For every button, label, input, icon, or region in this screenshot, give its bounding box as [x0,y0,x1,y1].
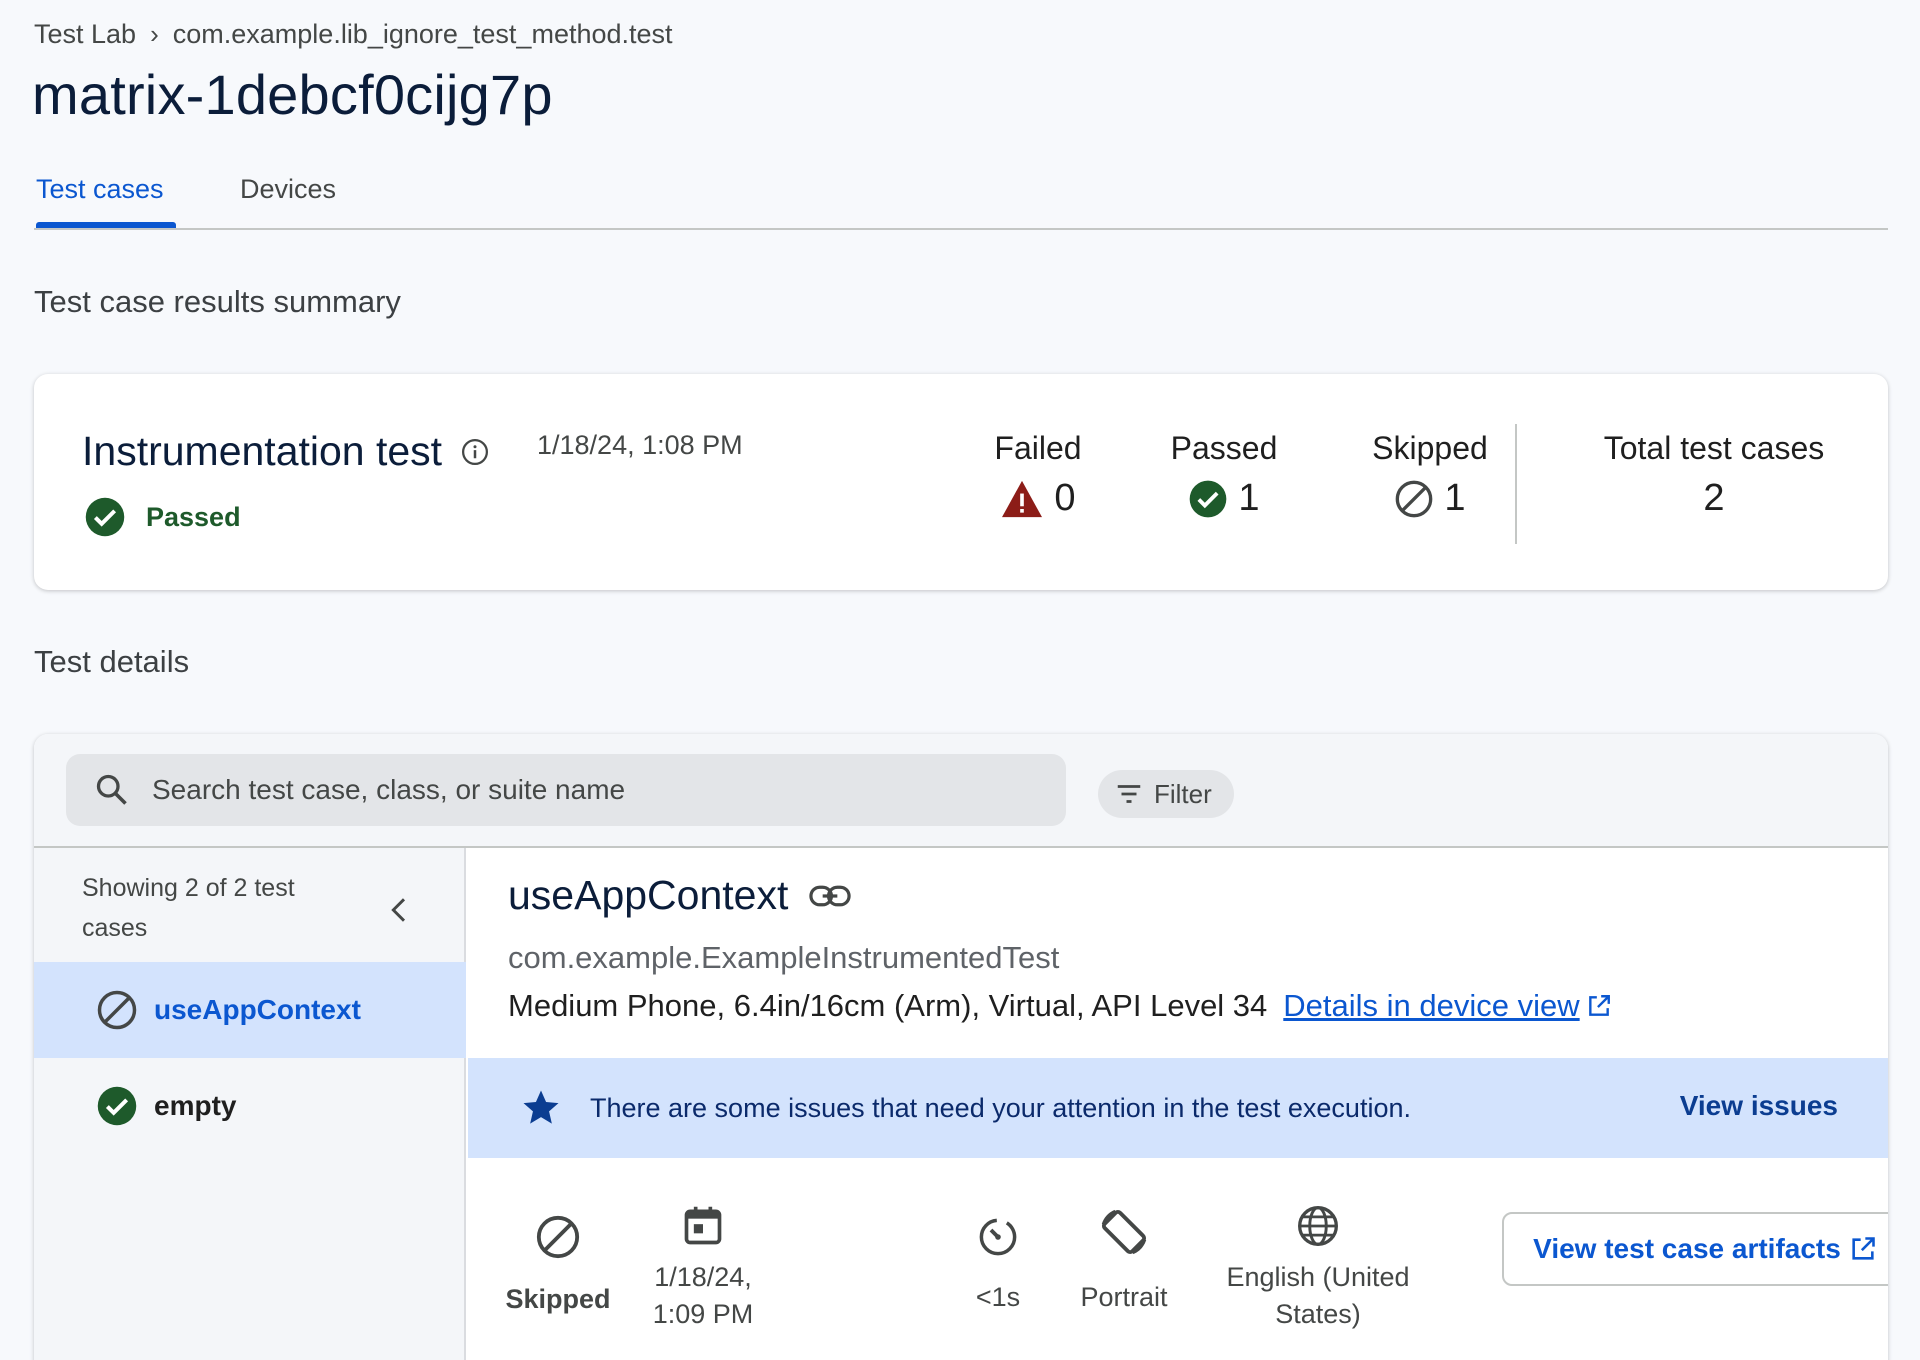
search-input[interactable] [152,774,1032,806]
view-artifacts-button[interactable]: View test case artifacts [1502,1212,1888,1286]
globe-icon [1298,1206,1338,1246]
stat-total-label: Total test cases [1603,430,1825,466]
stat-failed: Failed 0 [968,430,1108,520]
meta-locale-line1: English (United [1226,1262,1410,1292]
timer-icon [979,1218,1017,1256]
screen-rotation-icon [1101,1209,1147,1255]
showing-count: Showing 2 of 2 test cases [82,874,295,942]
chevron-left-icon[interactable] [384,894,416,926]
view-issues-button[interactable]: View issues [1680,1090,1838,1122]
details-toolbar: Filter [34,734,1888,848]
chevron-right-icon: › [150,18,159,49]
meta-orientation-value: Portrait [1080,1282,1168,1312]
stat-skipped-value: 1 [1444,477,1466,519]
meta-status-label: Skipped [505,1284,611,1314]
skipped-icon [97,990,137,1030]
test-case-list: Showing 2 of 2 test cases useAppContext … [34,848,466,1360]
test-case-title: useAppContext [508,872,852,919]
device-info: Medium Phone, 6.4in/16cm (Arm), Virtual,… [508,988,1612,1024]
meta-date-line2: 1:09 PM [652,1299,754,1329]
summary-status-label: Passed [146,501,241,532]
check-circle-icon [97,1086,137,1126]
stat-total-value: 2 [1703,477,1725,519]
stat-failed-label: Failed [994,430,1082,466]
link-icon[interactable] [808,881,852,911]
stat-divider [1515,424,1517,544]
check-circle-icon [1190,480,1227,517]
breadcrumb: Test Lab › com.example.lib_ignore_test_m… [34,16,673,52]
meta-status: Skipped [498,1204,618,1315]
tab-bar: Test cases Devices [34,160,1888,230]
view-artifacts-label: View test case artifacts [1533,1233,1841,1264]
summary-status: Passed [84,496,241,538]
breadcrumb-current: com.example.lib_ignore_test_method.test [172,18,673,49]
meta-locale: English (United States) [1218,1204,1418,1330]
tab-test-cases[interactable]: Test cases [36,174,164,205]
summary-card: Instrumentation test 1/18/24, 1:08 PM Pa… [34,374,1888,590]
stat-skipped: Skipped 1 [1360,430,1500,520]
stat-total: Total test cases 2 [1554,430,1874,520]
details-heading: Test details [34,644,190,679]
stat-passed: Passed 1 [1154,430,1294,520]
search-box[interactable] [66,754,1066,826]
meta-date-line1: 1/18/24, [654,1262,752,1292]
skipped-icon [536,1215,580,1259]
list-item[interactable]: useAppContext [34,962,466,1058]
test-type-label: Instrumentation test [82,428,443,474]
meta-orientation: Portrait [1044,1204,1204,1313]
meta-duration-value: <1s [975,1282,1021,1312]
banner-message: There are some issues that need your att… [590,1092,1411,1123]
device-view-link[interactable]: Details in device view [1283,988,1611,1024]
device-view-link-label: Details in device view [1283,988,1580,1023]
calendar-icon [684,1206,722,1245]
active-tab-indicator [36,222,176,228]
skipped-icon [1396,480,1433,517]
breadcrumb-root-link[interactable]: Test Lab [34,19,136,50]
issues-banner: There are some issues that need your att… [468,1058,1888,1158]
open-in-new-icon [1588,995,1610,1016]
check-circle-icon [85,497,125,537]
meta-locale-line2: States) [1275,1299,1361,1329]
test-case-name: useAppContext [508,872,789,918]
page-title: matrix-1debcf0cijg7p [32,63,553,126]
list-item-label: empty [154,1090,237,1121]
meta-date: 1/18/24, 1:09 PM [628,1204,778,1330]
warning-icon [1002,480,1043,517]
test-class: com.example.ExampleInstrumentedTest [508,940,1060,975]
tab-devices[interactable]: Devices [240,174,336,205]
list-item[interactable]: empty [34,1058,466,1154]
summary-timestamp: 1/18/24, 1:08 PM [537,430,743,460]
search-icon [96,774,127,805]
filter-button[interactable]: Filter [1098,770,1234,818]
details-card: Filter Showing 2 of 2 test cases useAppC… [34,734,1888,1360]
test-type-title: Instrumentation test [82,428,490,475]
summary-heading: Test case results summary [34,284,401,319]
filter-label: Filter [1154,778,1212,809]
stat-skipped-label: Skipped [1372,430,1488,466]
stat-passed-label: Passed [1170,430,1278,466]
test-case-detail: useAppContext com.example.ExampleInstrum… [468,848,1888,1360]
filter-icon [1117,785,1141,803]
stat-failed-value: 0 [1054,477,1076,519]
meta-duration: <1s [938,1204,1058,1313]
list-item-label: useAppContext [154,994,361,1025]
stat-passed-value: 1 [1238,477,1260,519]
open-in-new-icon [1852,1237,1875,1260]
device-description: Medium Phone, 6.4in/16cm (Arm), Virtual,… [508,988,1268,1023]
star-icon [523,1090,559,1124]
info-icon[interactable] [460,437,490,467]
